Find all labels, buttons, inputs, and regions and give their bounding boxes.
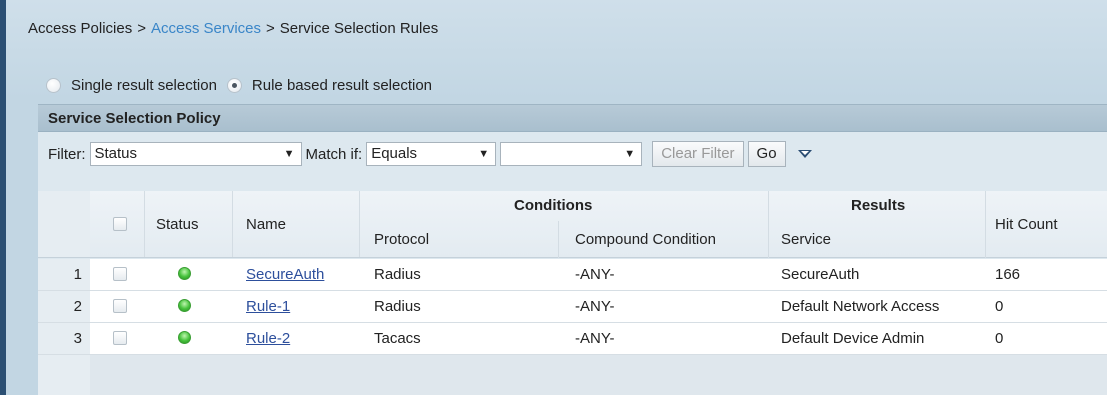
rule-name-link[interactable]: Rule-2 (246, 330, 290, 347)
status-enabled-icon (178, 331, 191, 344)
select-all-checkbox[interactable] (113, 217, 127, 231)
header-status[interactable]: Status (145, 191, 233, 257)
breadcrumb-item-access-services[interactable]: Access Services (151, 20, 261, 37)
value-select[interactable]: ▼ (500, 142, 643, 166)
header-results: Results (769, 191, 986, 221)
breadcrumb-separator: > (266, 20, 275, 37)
rule-name-link[interactable]: Rule-1 (246, 298, 290, 315)
filter-options-icon[interactable] (797, 150, 812, 158)
page: Access Policies > Access Services > Service … (0, 0, 1107, 395)
status-enabled-icon (178, 299, 191, 312)
row-select (90, 291, 145, 322)
row-checkbox[interactable] (113, 267, 127, 281)
filter-select[interactable]: Status ▼ (89, 142, 302, 166)
row-hit-count: 0 (995, 298, 1004, 315)
row-number-gutter (38, 355, 90, 395)
header-conditions: Conditions (360, 191, 769, 221)
row-protocol: Radius (374, 298, 421, 315)
row-compound-condition: -ANY- (575, 298, 615, 315)
header-protocol[interactable]: Protocol (360, 221, 559, 258)
header-compound-condition[interactable]: Compound Condition (559, 221, 769, 258)
row-protocol: Radius (374, 266, 421, 283)
table-row[interactable]: 1 SecureAuth Radius -ANY- SecureAuth 166 (38, 259, 1107, 291)
compound-condition-header-label: Compound Condition (575, 231, 716, 248)
header-select-all (90, 191, 145, 257)
go-button[interactable]: Go (747, 141, 786, 167)
rule-based-radio[interactable] (226, 78, 242, 93)
row-compound-condition: -ANY- (575, 266, 615, 283)
match-select[interactable]: Equals ▼ (366, 142, 497, 166)
row-number: 3 (38, 323, 90, 354)
row-service: Default Device Admin (781, 330, 925, 347)
conditions-header-label: Conditions (514, 197, 593, 214)
row-protocol: Tacacs (374, 330, 421, 347)
match-if-label: Match if: (305, 145, 363, 163)
table-row[interactable]: 2 Rule-1 Radius -ANY- Default Network Ac… (38, 291, 1107, 323)
row-number: 1 (38, 259, 90, 290)
row-name-cell: Rule-2 (233, 323, 360, 354)
row-name-cell: SecureAuth (233, 259, 360, 290)
row-service: SecureAuth (781, 266, 860, 283)
header-name[interactable]: Name (233, 191, 360, 257)
filter-select-value: Status (94, 145, 138, 162)
row-hit-count: 166 (995, 266, 1021, 283)
row-name-cell: Rule-1 (233, 291, 360, 322)
filter-label: Filter: (48, 145, 86, 163)
row-checkbox[interactable] (113, 331, 127, 345)
status-header-label: Status (156, 216, 199, 233)
rule-based-label: Rule based result selection (251, 77, 433, 94)
match-select-value: Equals (371, 145, 418, 162)
header-hit-count[interactable]: Hit Count (986, 191, 1107, 257)
chevron-down-icon: ▼ (283, 148, 295, 160)
row-status (145, 323, 233, 354)
hit-count-header-label: Hit Count (995, 216, 1058, 233)
row-status (145, 291, 233, 322)
single-result-radio[interactable] (46, 78, 61, 93)
row-select (90, 323, 145, 354)
row-service: Default Network Access (781, 298, 940, 315)
table-header: Status Name Conditions Protocol Compound… (38, 191, 1107, 258)
header-service[interactable]: Service (769, 221, 986, 258)
breadcrumb-item-current: Service Selection Rules (279, 20, 439, 37)
results-header-label: Results (851, 197, 906, 214)
single-result-label: Single result selection (71, 77, 217, 94)
filter-bar: Filter: Status ▼ Match if: Equals ▼ ▼ Cl… (38, 132, 1107, 176)
breadcrumb-separator: > (137, 20, 146, 37)
table-row[interactable]: 3 Rule-2 Tacacs -ANY- Default Device Adm… (38, 323, 1107, 355)
row-status (145, 259, 233, 290)
chevron-down-icon: ▼ (478, 148, 490, 160)
status-enabled-icon (178, 267, 191, 280)
selection-mode: Single result selection Rule based resul… (46, 77, 442, 94)
row-hit-count: 0 (995, 330, 1004, 347)
protocol-header-label: Protocol (374, 231, 430, 248)
table-empty-area (38, 355, 1107, 395)
service-selection-panel: Service Selection Policy Filter: Status … (38, 104, 1107, 395)
service-header-label: Service (781, 231, 832, 248)
row-checkbox[interactable] (113, 299, 127, 313)
clear-filter-button[interactable]: Clear Filter (652, 141, 744, 167)
rule-name-link[interactable]: SecureAuth (246, 266, 324, 283)
row-select (90, 259, 145, 290)
row-number: 2 (38, 291, 90, 322)
panel-title: Service Selection Policy (38, 105, 1107, 132)
row-compound-condition: -ANY- (575, 330, 615, 347)
breadcrumb-item-access-policies: Access Policies (28, 20, 133, 37)
name-header-label: Name (246, 216, 287, 233)
chevron-down-icon: ▼ (624, 148, 636, 160)
header-row-number (38, 191, 90, 257)
breadcrumb: Access Policies > Access Services > Service … (28, 20, 438, 37)
